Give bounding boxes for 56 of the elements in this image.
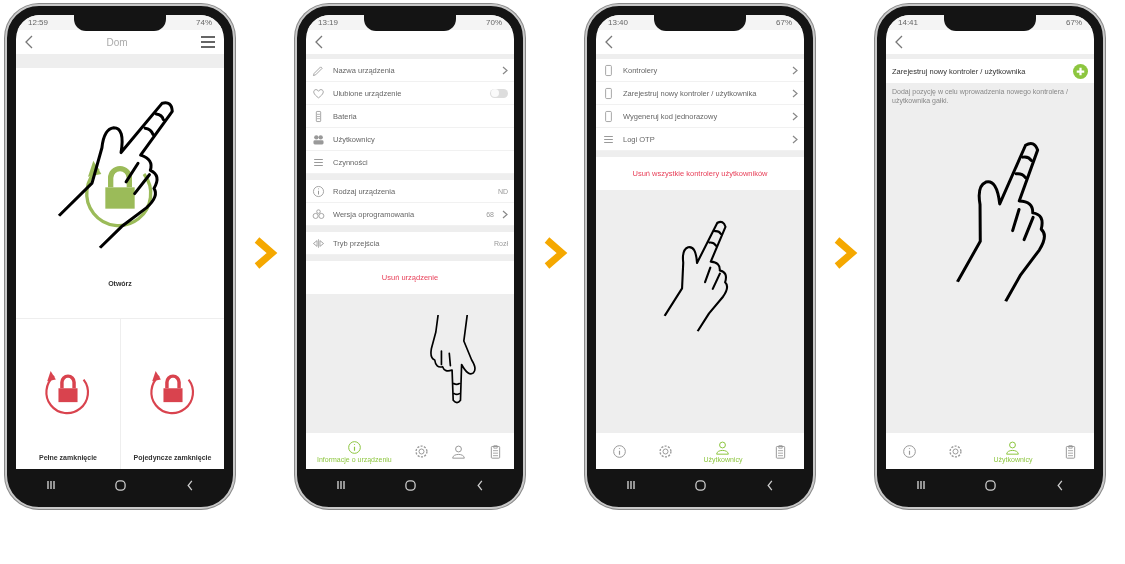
users-icon	[312, 132, 325, 146]
status-time: 12:59	[28, 18, 49, 27]
settings-icon	[413, 443, 429, 459]
tab[interactable]	[611, 443, 627, 459]
pencil-icon	[312, 63, 325, 77]
chevron-right-icon	[792, 88, 798, 98]
info-icon	[901, 443, 917, 459]
person-icon	[1005, 439, 1021, 455]
phone-icon	[602, 86, 615, 100]
back-icon[interactable]	[766, 479, 775, 491]
home-icon[interactable]	[115, 479, 127, 491]
tab[interactable]	[657, 443, 673, 459]
home-icon[interactable]	[985, 479, 997, 491]
tab[interactable]	[947, 443, 963, 459]
info-icon	[312, 184, 325, 198]
heart-icon	[312, 86, 325, 100]
home-icon[interactable]	[405, 479, 417, 491]
person-icon	[450, 443, 466, 459]
phone-icon	[602, 63, 615, 77]
battery-level: 67%	[776, 18, 792, 27]
chevron-right-icon	[502, 65, 508, 75]
chevron-right-icon	[792, 134, 798, 144]
home-icon[interactable]	[695, 479, 707, 491]
gears-icon	[312, 207, 325, 221]
info-icon	[346, 439, 362, 455]
battery-level: 74%	[196, 18, 212, 27]
back-icon[interactable]	[1056, 479, 1065, 491]
status-time: 13:40	[608, 18, 629, 27]
chevron-right-icon	[832, 235, 858, 270]
person-icon	[715, 439, 731, 455]
chevron-right-icon	[792, 65, 798, 75]
back-icon[interactable]	[476, 479, 485, 491]
recent-apps-icon[interactable]	[45, 480, 56, 490]
chevron-right-icon	[792, 111, 798, 121]
arrows-icon	[312, 236, 325, 250]
recent-apps-icon[interactable]	[335, 480, 346, 490]
toggle-switch[interactable]	[490, 88, 508, 98]
info-icon	[611, 443, 627, 459]
battery-level: 70%	[486, 18, 502, 27]
screen-title: Dom	[105, 36, 129, 48]
status-time: 13:19	[318, 18, 339, 27]
tab[interactable]	[413, 443, 429, 459]
recent-apps-icon[interactable]	[625, 480, 636, 490]
tab[interactable]	[450, 443, 466, 459]
battery-level: 67%	[1066, 18, 1082, 27]
chevron-right-icon	[252, 235, 278, 270]
recent-apps-icon[interactable]	[915, 480, 926, 490]
phone-icon	[602, 109, 615, 123]
chevron-right-icon	[542, 235, 568, 270]
tab[interactable]	[901, 443, 917, 459]
back-icon[interactable]	[186, 479, 195, 491]
chevron-right-icon	[502, 209, 508, 219]
settings-icon	[947, 443, 963, 459]
menu-icon[interactable]	[200, 35, 216, 49]
settings-icon	[657, 443, 673, 459]
status-time: 14:41	[898, 18, 919, 27]
